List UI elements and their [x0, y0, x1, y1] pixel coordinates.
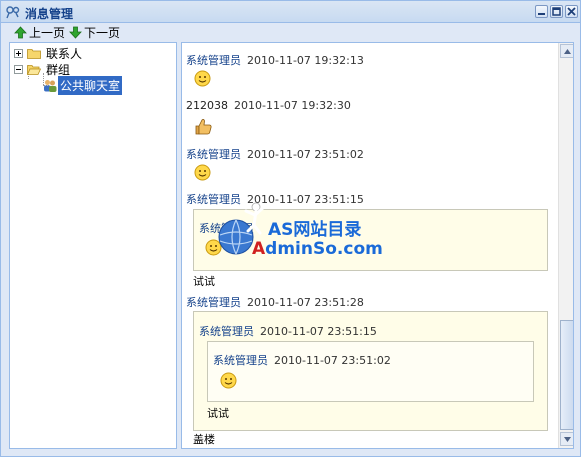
tree-node-public-chatroom[interactable]: 公共聊天室: [43, 75, 123, 95]
quoted-text: 试试: [207, 407, 229, 420]
smiley-icon: [220, 372, 237, 389]
maximize-icon: [552, 7, 561, 16]
message-sender: 系统管理员: [186, 54, 241, 67]
vertical-scrollbar[interactable]: [558, 43, 573, 448]
thumbs-up-icon: [195, 119, 212, 135]
folder-open-icon: [27, 64, 41, 75]
collapse-minus-icon[interactable]: [14, 64, 23, 74]
close-icon: [567, 7, 576, 16]
watermark-line2-a: A: [252, 239, 266, 259]
message-text: 试试: [193, 275, 215, 288]
smiley-icon: [194, 70, 211, 87]
message-header: 212038 2010-11-07 19:32:30: [186, 99, 351, 112]
folder-icon: [27, 48, 41, 59]
scroll-down-button[interactable]: [560, 432, 573, 446]
prev-page-button[interactable]: 上一页: [14, 24, 65, 40]
minimize-button[interactable]: [535, 5, 548, 18]
message-time: 2010-11-07 23:51:28: [247, 296, 364, 309]
message-time: 2010-11-07 23:51:02: [247, 148, 364, 161]
chat-icon: [6, 6, 20, 19]
smiley-icon: [194, 164, 211, 181]
minimize-icon: [538, 13, 545, 15]
nested-quoted-time: 2010-11-07 23:51:02: [274, 354, 391, 367]
quoted-message: 系统管理员 2010-11-07 23:51:15 系统管理员 2010-11-07…: [193, 311, 548, 431]
expand-plus-icon[interactable]: [14, 48, 23, 58]
nested-quoted-message: 系统管理员 2010-11-07 23:51:02: [207, 341, 534, 402]
message-manager-window: 消息管理 上一页 下一页 联系人 群组 公共聊天室 系统管理员 2010-11-…: [0, 0, 581, 457]
quoted-sender: 系统管理员: [199, 325, 254, 338]
maximize-button[interactable]: [550, 5, 563, 18]
arrow-down-icon: [69, 26, 82, 39]
arrow-up-icon: [14, 25, 27, 38]
quoted-time: 2010-11-07 23:51:15: [260, 325, 377, 338]
message-sender: 系统管理员: [186, 296, 241, 309]
window-title: 消息管理: [25, 7, 74, 21]
chevron-down-icon: [564, 437, 571, 442]
quoted-header: 系统管理员 2010-11-07 23:51:15: [199, 323, 377, 339]
message-time: 2010-11-07 19:32:30: [234, 99, 351, 112]
watermark-line2: AdminSo.com: [252, 239, 383, 259]
toolbar: 上一页 下一页: [1, 23, 580, 41]
message-header: 系统管理员 2010-11-07 23:51:28: [186, 294, 364, 310]
message-time: 2010-11-07 19:32:13: [247, 54, 364, 67]
contact-tree: 联系人 群组 公共聊天室: [9, 42, 177, 449]
watermark-line1: AS网站目录: [268, 220, 362, 240]
tree-node-label: 公共聊天室: [58, 75, 123, 95]
message-header: 系统管理员 2010-11-07 19:32:13: [186, 52, 364, 68]
group-users-icon: [44, 79, 57, 92]
nested-quoted-header: 系统管理员 2010-11-07 23:51:02: [213, 352, 391, 368]
message-sender: 系统管理员: [186, 148, 241, 161]
prev-page-label: 上一页: [29, 25, 66, 40]
scroll-up-button[interactable]: [560, 44, 573, 58]
message-sender: 212038: [186, 99, 228, 112]
message-header: 系统管理员 2010-11-07 23:51:02: [186, 146, 364, 162]
scroll-thumb[interactable]: [560, 320, 573, 430]
watermark-line2-b: dminSo.com: [265, 239, 383, 259]
chevron-up-icon: [564, 49, 571, 54]
title-bar: 消息管理: [1, 1, 580, 23]
next-page-button[interactable]: 下一页: [69, 24, 120, 40]
close-button[interactable]: [565, 5, 578, 18]
message-text: 盖楼: [193, 433, 215, 446]
nested-quoted-sender: 系统管理员: [213, 354, 268, 367]
next-page-label: 下一页: [84, 25, 121, 40]
